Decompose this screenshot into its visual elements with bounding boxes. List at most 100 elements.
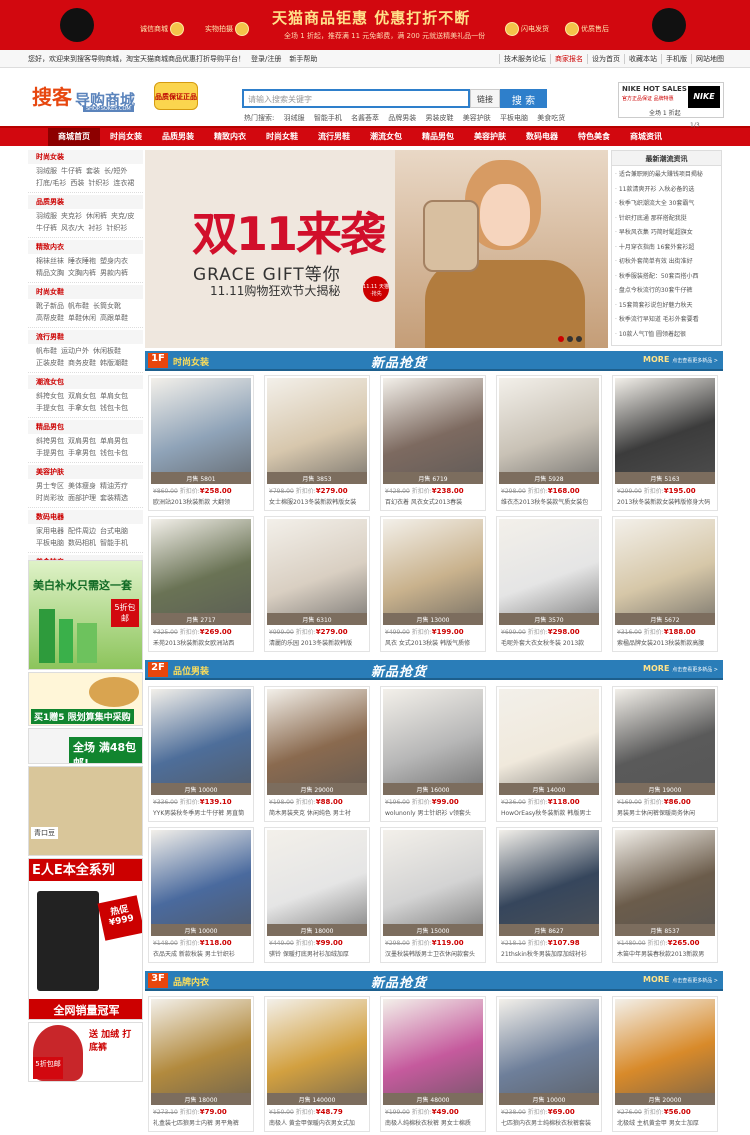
category-link[interactable]: 双肩女包 — [68, 390, 96, 402]
product-title[interactable]: 维衣杰2013秋冬装款气质女装包 — [501, 497, 599, 506]
news-item[interactable]: 15套简套衫说包好魅力秋天 — [615, 299, 718, 314]
category-link[interactable]: 连衣裙 — [113, 177, 134, 189]
more-link[interactable]: MORE 点击查看更多新品 > — [643, 664, 718, 673]
category-link[interactable]: 配件周边 — [68, 525, 96, 537]
nav-item[interactable]: 商城首页 — [48, 128, 100, 146]
category-link[interactable]: 针织衫 — [88, 177, 109, 189]
category-title[interactable]: 精品男包 — [28, 420, 143, 434]
hot-word[interactable]: 名酱荟萃 — [351, 114, 379, 122]
category-link[interactable]: 美体瘦身 — [68, 480, 96, 492]
category-link[interactable]: 正装皮鞋 — [36, 357, 64, 369]
product-card[interactable]: 月售 5163 ¥299.00 折扣价:¥195.00 2013秋冬装新款女装韩版修… — [612, 375, 718, 511]
category-link[interactable]: 手拿男包 — [68, 447, 96, 459]
category-link[interactable]: 精品文胸 — [36, 267, 64, 279]
category-link[interactable]: 棉袜丝袜 — [36, 255, 64, 267]
category-link[interactable]: 钱包卡包 — [100, 402, 128, 414]
category-link[interactable]: 打底/毛衫 — [36, 177, 66, 189]
category-link[interactable]: 牛仔裤 — [61, 165, 82, 177]
topbar-link[interactable]: 商家报名 — [550, 54, 587, 64]
hot-word[interactable]: 平板电脑 — [500, 114, 528, 122]
product-image[interactable] — [499, 378, 599, 472]
category-link[interactable]: 单鞋休闲 — [68, 312, 96, 324]
product-card[interactable]: 月售 48000 ¥199.00 折扣价:¥49.00 南极人纯棉秋衣秋裤 男女士棉… — [380, 996, 486, 1132]
nav-item[interactable]: 特色美食 — [568, 128, 620, 146]
product-card[interactable]: 月售 13000 ¥499.00 折扣价:¥199.00 风衣 女式2013秋装 韩… — [380, 516, 486, 652]
news-item[interactable]: 初秋外套简单有效 出街准好 — [615, 255, 718, 270]
left-ad-nuts[interactable]: 青口豆 — [28, 766, 143, 856]
more-link[interactable]: MORE 点击查看更多新品 > — [643, 975, 718, 984]
product-title[interactable]: 男装男士休闲裤保暖商务休闲 — [617, 808, 715, 817]
product-image[interactable] — [615, 378, 715, 472]
product-card[interactable]: 月售 5801 ¥860.00 折扣价:¥258.00 欧洲站2013秋装新款 大翻… — [148, 375, 254, 511]
product-image[interactable] — [267, 830, 367, 924]
product-title[interactable]: 百幻衣着 风衣女式2013春装 — [385, 497, 483, 506]
category-link[interactable]: 帆布鞋 — [68, 300, 89, 312]
product-title[interactable]: 2013秋冬装新款女装韩版修身大码 — [617, 497, 715, 506]
product-card[interactable]: 月售 6719 ¥428.00 折扣价:¥238.00 百幻衣着 风衣女式2013春… — [380, 375, 486, 511]
product-card[interactable]: 月售 5928 ¥298.00 折扣价:¥168.00 维衣杰2013秋冬装款气质女… — [496, 375, 602, 511]
left-ad-free-shipping[interactable]: 全场 满48包邮! — [28, 728, 143, 764]
category-link[interactable]: 牛仔裤 — [36, 222, 57, 234]
category-link[interactable]: 智能手机 — [100, 537, 128, 549]
product-image[interactable] — [151, 999, 251, 1093]
category-title[interactable]: 数码电器 — [28, 510, 143, 524]
product-card[interactable]: 月售 29000 ¥198.00 折扣价:¥88.00 简木男装夹克 休闲纯色 男士… — [264, 686, 370, 822]
product-image[interactable] — [499, 689, 599, 783]
link-button[interactable]: 链接 — [470, 89, 500, 108]
nike-ad[interactable]: NIKE HOT SALES 官方正品保证 品牌特惠 NIKE 全场 1 折起 — [618, 82, 724, 118]
category-link[interactable]: 手拿女包 — [68, 402, 96, 414]
category-link[interactable]: 精油芳疗 — [100, 480, 128, 492]
search-input[interactable]: 请输入搜索关键字 — [242, 89, 470, 108]
carousel-dot[interactable] — [576, 336, 582, 342]
nav-item[interactable]: 商城资讯 — [620, 128, 672, 146]
product-card[interactable]: 月售 140000 ¥150.00 折扣价:¥48.79 南极人 黄金甲保暖内衣男女… — [264, 996, 370, 1132]
category-link[interactable]: 羽绒服 — [36, 165, 57, 177]
category-link[interactable]: 手提男包 — [36, 447, 64, 459]
product-card[interactable]: 月售 15000 ¥298.00 折扣价:¥119.00 汉墨秋装韩版男士卫衣休闲款… — [380, 827, 486, 963]
category-link[interactable]: 台式电脑 — [100, 525, 128, 537]
category-link[interactable]: 双肩男包 — [68, 435, 96, 447]
left-ad-skincare[interactable]: 美白补水只需这一套 5折包邮 — [28, 560, 143, 670]
product-card[interactable]: 月售 16000 ¥196.00 折扣价:¥99.00 wolunonly 男士针织… — [380, 686, 486, 822]
product-card[interactable]: 月售 10000 ¥238.00 折扣价:¥69.00 七匹狼内衣男士纯棉秋衣秋裤套… — [496, 996, 602, 1132]
product-card[interactable]: 月售 20000 ¥276.00 折扣价:¥56.00 北极绒 主机黄金甲 男女士加… — [612, 996, 718, 1132]
hot-word[interactable]: 美食吃货 — [537, 114, 565, 122]
product-title[interactable]: wolunonly 男士针织衫 v领套头 — [385, 808, 483, 817]
product-image[interactable] — [383, 689, 483, 783]
product-image[interactable] — [267, 689, 367, 783]
nav-item[interactable]: 时尚女鞋 — [256, 128, 308, 146]
news-item[interactable]: 十月穿衣指南 16套外套衫超 — [615, 241, 718, 256]
category-link[interactable]: 高跟单鞋 — [100, 312, 128, 324]
product-title[interactable]: HowOrEasy秋冬装新款 韩版男士 — [501, 808, 599, 817]
news-item[interactable]: 针织打底通 那样搭配我挺 — [615, 212, 718, 227]
product-card[interactable]: 月售 3570 ¥699.00 折扣价:¥298.00 毛呢外套大衣女秋冬装 201… — [496, 516, 602, 652]
category-link[interactable]: 针织衫 — [106, 222, 127, 234]
topbar-link[interactable]: 设为首页 — [587, 54, 624, 64]
nav-item[interactable]: 精品男包 — [412, 128, 464, 146]
product-title[interactable]: 清麗的乐园 2013冬装新款韩版 — [269, 638, 367, 647]
product-card[interactable]: 月售 2717 ¥325.00 折扣价:¥269.00 禾苑2013秋装新款女欧洲站… — [148, 516, 254, 652]
search-button[interactable]: 搜 索 — [500, 89, 547, 108]
category-link[interactable]: 套装 — [86, 165, 100, 177]
left-ad-hat[interactable]: 送 加绒 打底裤 5折包邮 — [28, 1022, 143, 1082]
product-image[interactable] — [151, 689, 251, 783]
hot-word[interactable]: 美容护肤 — [463, 114, 491, 122]
category-link[interactable]: 帆布鞋 — [36, 345, 57, 357]
category-link[interactable]: 套装精选 — [100, 492, 128, 504]
category-title[interactable]: 品质男装 — [28, 195, 143, 209]
category-title[interactable]: 美容护肤 — [28, 465, 143, 479]
product-title[interactable]: 骐铃 保暖打底男衬衫加绒加厚 — [269, 949, 367, 958]
product-title[interactable]: 礼盒装七匹狼男士内裤 男平角裤 — [153, 1118, 251, 1127]
news-item[interactable]: 11款清爽开衫 入秋必备的选 — [615, 183, 718, 198]
category-link[interactable]: 夹克/皮 — [111, 210, 134, 222]
category-link[interactable]: 休闲裤 — [86, 210, 107, 222]
category-link[interactable]: 羽绒服 — [36, 210, 57, 222]
product-card[interactable]: 月售 5672 ¥316.00 折扣价:¥188.00 索楹品牌女装2013秋装新款… — [612, 516, 718, 652]
product-card[interactable]: 月售 3853 ¥798.00 折扣价:¥279.00 女士棉服2013冬装新款韩版… — [264, 375, 370, 511]
more-link[interactable]: MORE 点击查看更多新品 > — [643, 355, 718, 364]
product-image[interactable] — [383, 378, 483, 472]
product-title[interactable]: 南极人 黄金甲保暖内衣男女式加 — [269, 1118, 367, 1127]
category-link[interactable]: 手提女包 — [36, 402, 64, 414]
category-link[interactable]: 靴子新品 — [36, 300, 64, 312]
product-image[interactable] — [267, 378, 367, 472]
